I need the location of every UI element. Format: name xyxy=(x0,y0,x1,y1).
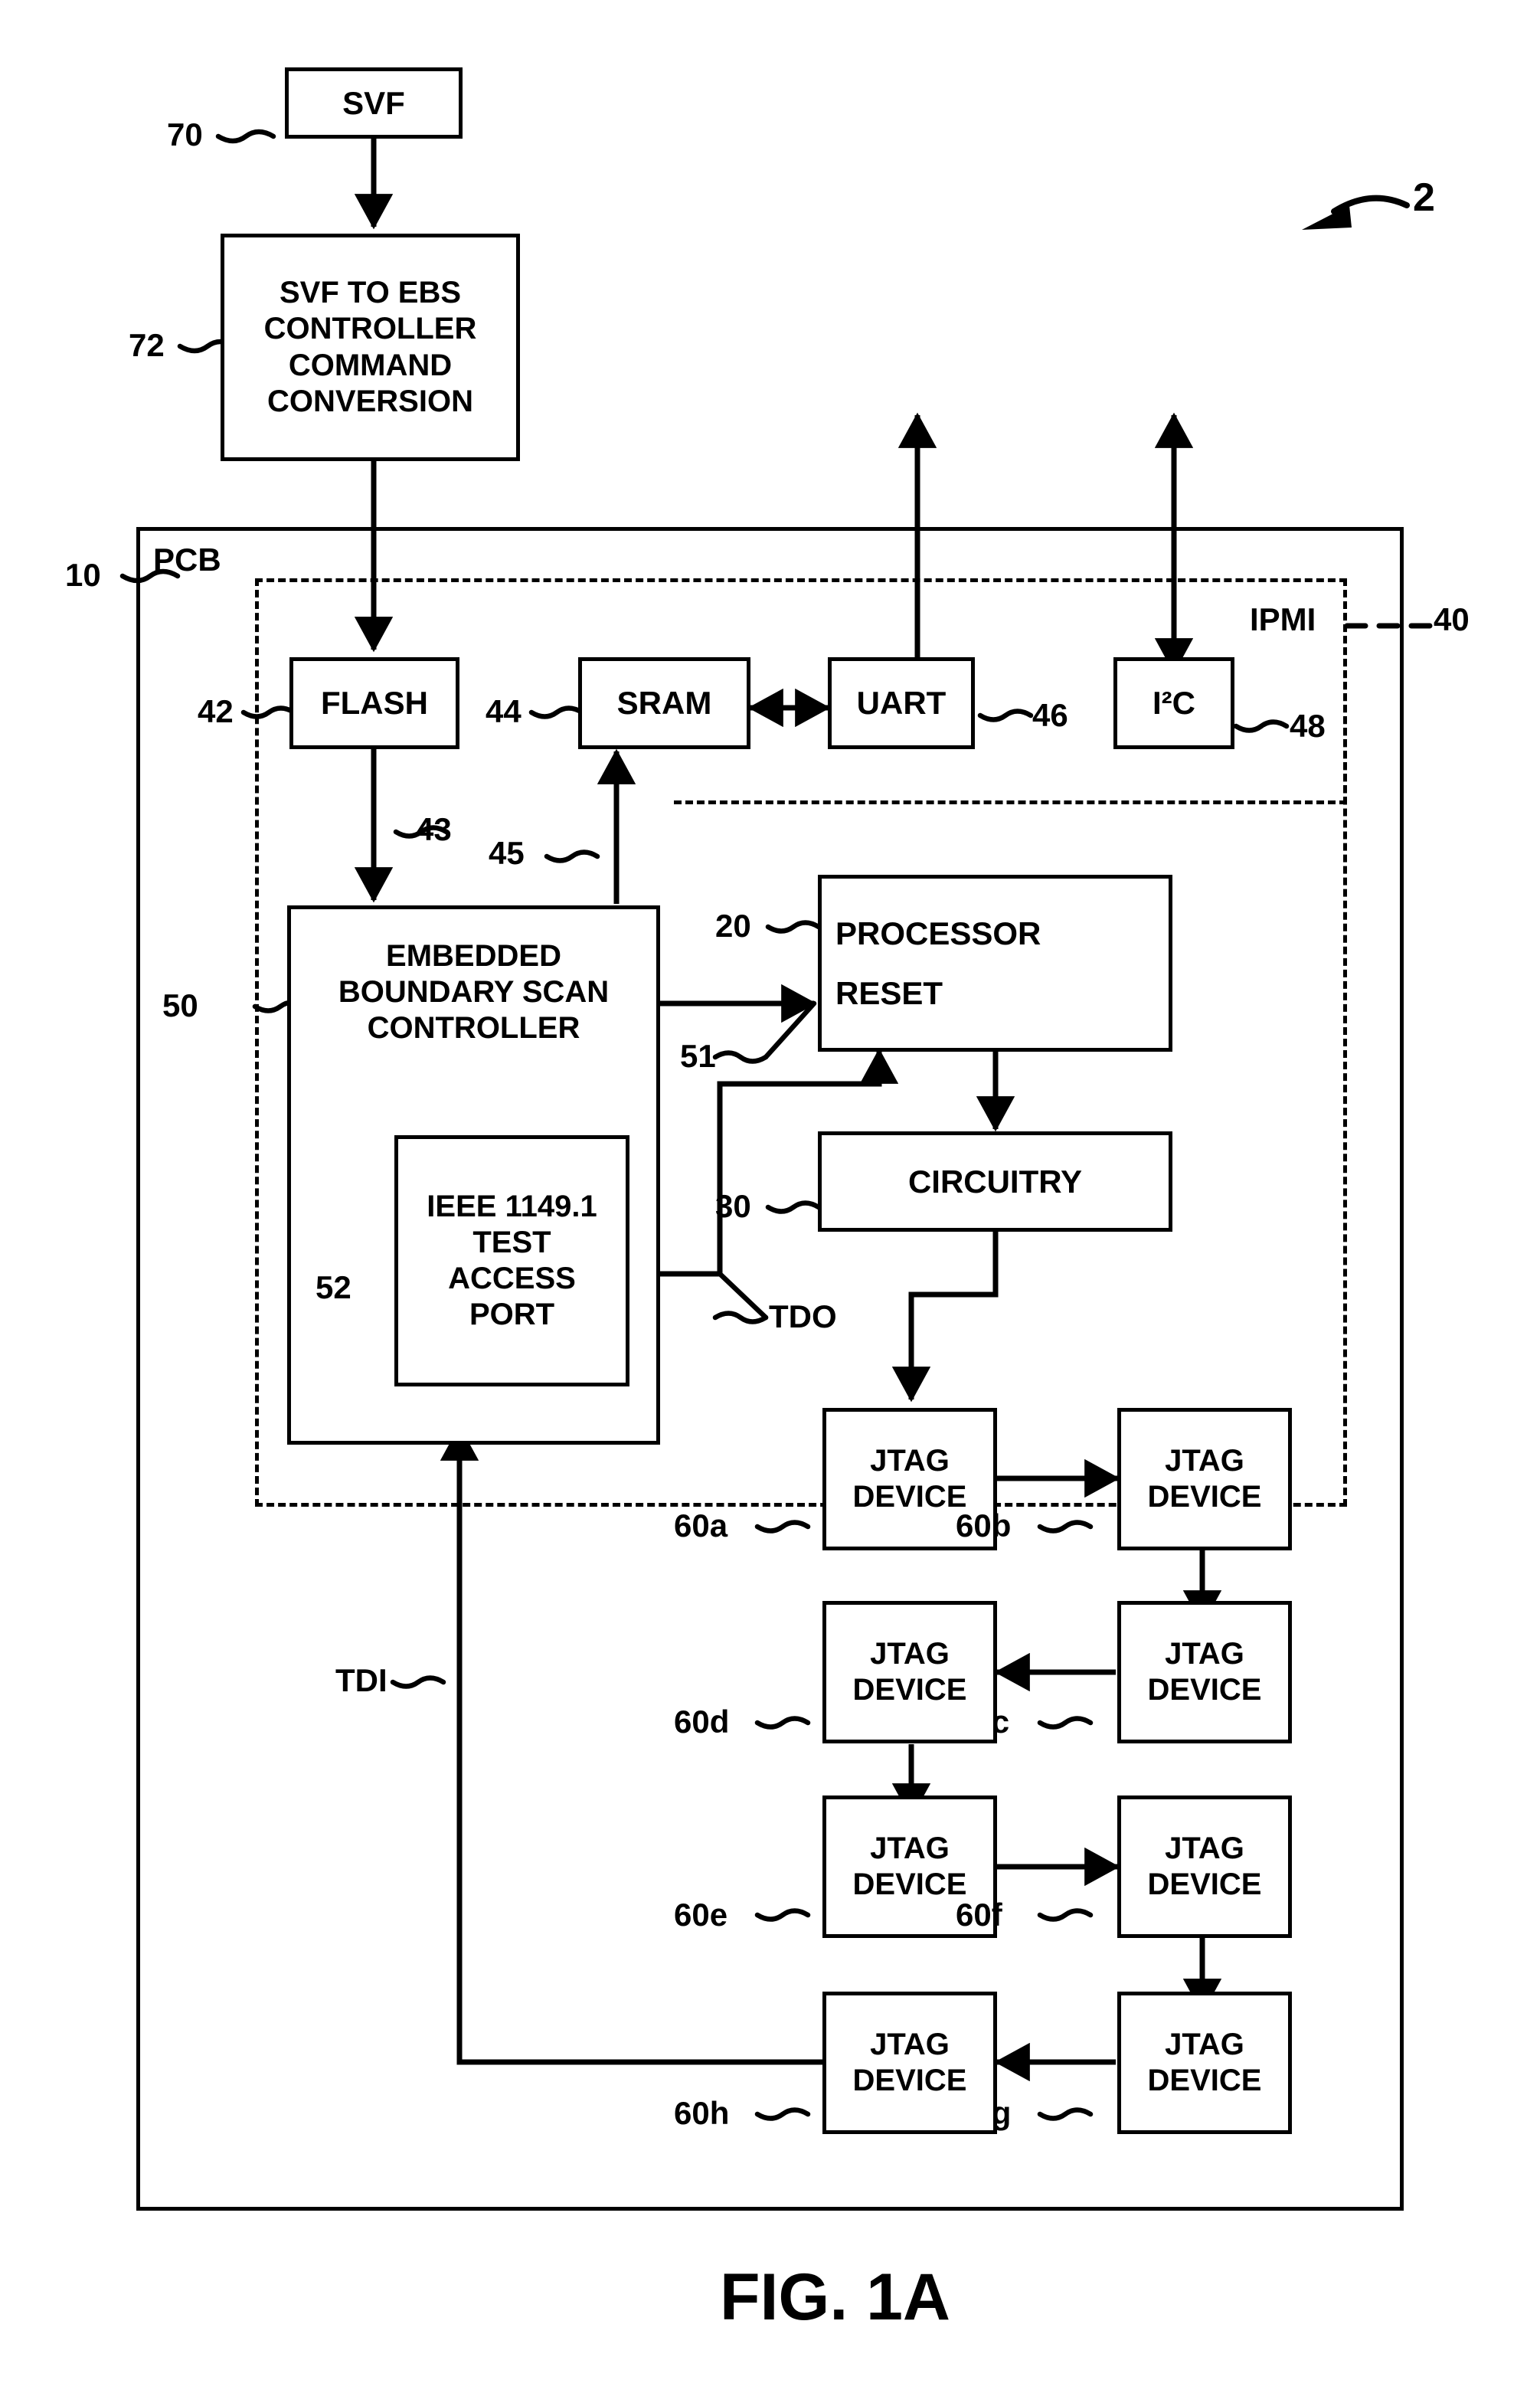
jtag-60d-line-1: DEVICE xyxy=(852,1673,967,1707)
tap-line-1: TEST xyxy=(472,1225,551,1259)
patent-figure-page: PCB 10 IPMI 40 SVF 70 SVF TO EBS CONTROL… xyxy=(0,0,1540,2406)
tap-ref: 52 xyxy=(316,1269,351,1305)
jtag-60a-ref: 60a xyxy=(674,1507,728,1543)
jtag-60b-ref: 60b xyxy=(956,1507,1012,1543)
flash-box[interactable]: FLASH xyxy=(289,657,459,749)
processor-reset-line-0: PROCESSOR xyxy=(835,915,1041,951)
tdo-label: TDO xyxy=(769,1298,837,1334)
jtag-60h-ref: 60h xyxy=(674,2095,730,2131)
tap-line-2: ACCESS xyxy=(448,1262,576,1295)
processor-reset-line-1: RESET xyxy=(835,974,943,1011)
ebs-controller-ref: 50 xyxy=(162,987,198,1023)
pcb-label: PCB xyxy=(153,542,221,578)
flash-ref: 42 xyxy=(198,693,234,729)
jtag-device-60b[interactable]: JTAG DEVICE xyxy=(1117,1408,1292,1550)
svf-conversion-line-2: COMMAND xyxy=(288,348,453,382)
i2c-box[interactable]: I²C xyxy=(1113,657,1234,749)
jtag-60f-line-0: JTAG xyxy=(1165,1831,1244,1865)
processor-reset-ref: 20 xyxy=(715,908,751,944)
jtag-60c-line-1: DEVICE xyxy=(1147,1673,1262,1707)
pcb-ref: 10 xyxy=(65,557,101,593)
uart-ref: 46 xyxy=(1032,697,1068,733)
ipmi-ref: 40 xyxy=(1434,601,1470,637)
jtag-60b-line-1: DEVICE xyxy=(1147,1480,1262,1514)
jtag-60d-ref: 60d xyxy=(674,1704,730,1740)
sram-box[interactable]: SRAM xyxy=(578,657,750,749)
signal-43-ref: 43 xyxy=(416,811,452,847)
jtag-device-60f[interactable]: JTAG DEVICE xyxy=(1117,1795,1292,1938)
tap-line-0: IEEE 1149.1 xyxy=(427,1189,597,1223)
jtag-60e-ref: 60e xyxy=(674,1897,728,1933)
circuitry-box[interactable]: CIRCUITRY xyxy=(818,1131,1172,1232)
signal-45-ref: 45 xyxy=(489,835,525,871)
system-arrowhead xyxy=(1302,205,1352,230)
ebs-controller-line-1: BOUNDARY SCAN xyxy=(338,975,610,1010)
ebs-controller-line-0: EMBEDDED xyxy=(386,939,561,973)
ipmi-label: IPMI xyxy=(1250,601,1316,637)
system-ref: 2 xyxy=(1413,175,1435,220)
jtag-60c-line-0: JTAG xyxy=(1165,1636,1244,1671)
tap-box[interactable]: IEEE 1149.1 TEST ACCESS PORT xyxy=(394,1135,629,1386)
jtag-60f-ref: 60f xyxy=(956,1897,1002,1933)
processor-reset-box[interactable]: PROCESSOR RESET xyxy=(818,875,1172,1052)
circuitry-ref: 30 xyxy=(715,1188,751,1224)
jtag-60f-line-1: DEVICE xyxy=(1147,1868,1262,1901)
flash-box-line-0: FLASH xyxy=(321,685,428,722)
jtag-60e-line-1: DEVICE xyxy=(852,1868,967,1901)
ebs-controller-line-2: CONTROLLER xyxy=(367,1011,580,1046)
tap-line-3: PORT xyxy=(469,1298,555,1332)
sram-box-line-0: SRAM xyxy=(616,685,712,722)
jtag-device-60h[interactable]: JTAG DEVICE xyxy=(822,1992,997,2134)
uart-box-line-0: UART xyxy=(856,685,947,722)
uart-box[interactable]: UART xyxy=(828,657,975,749)
jtag-60h-line-0: JTAG xyxy=(870,2027,950,2061)
figure-caption: FIG. 1A xyxy=(720,2260,951,2334)
jtag-60h-line-1: DEVICE xyxy=(852,2064,967,2097)
jtag-60a-line-1: DEVICE xyxy=(852,1480,967,1514)
jtag-60d-line-0: JTAG xyxy=(870,1636,950,1671)
i2c-ref: 48 xyxy=(1290,708,1326,744)
svf-conversion-line-3: CONVERSION xyxy=(267,384,473,418)
svf-conversion-box[interactable]: SVF TO EBS CONTROLLER COMMAND CONVERSION xyxy=(221,234,520,461)
jtag-60g-line-0: JTAG xyxy=(1165,2027,1244,2061)
svf-ref: 70 xyxy=(167,116,203,152)
svf-conversion-line-0: SVF TO EBS xyxy=(279,276,462,310)
svf-box[interactable]: SVF xyxy=(285,67,463,139)
jtag-60b-line-0: JTAG xyxy=(1165,1443,1244,1478)
jtag-device-60d[interactable]: JTAG DEVICE xyxy=(822,1601,997,1743)
tdi-label: TDI xyxy=(335,1662,387,1698)
ipmi-upper-boundary xyxy=(674,578,1347,804)
signal-51-ref: 51 xyxy=(680,1038,716,1074)
svf-conversion-ref: 72 xyxy=(129,327,165,363)
jtag-device-60g[interactable]: JTAG DEVICE xyxy=(1117,1992,1292,2134)
svf-conversion-line-1: CONTROLLER xyxy=(263,312,477,346)
i2c-box-line-0: I²C xyxy=(1153,685,1195,722)
jtag-device-60c[interactable]: JTAG DEVICE xyxy=(1117,1601,1292,1743)
jtag-60g-line-1: DEVICE xyxy=(1147,2064,1262,2097)
svf-box-line-0: SVF xyxy=(342,84,405,121)
sram-ref: 44 xyxy=(486,693,522,729)
jtag-60e-line-0: JTAG xyxy=(870,1831,950,1865)
circuitry-line-0: CIRCUITRY xyxy=(907,1163,1083,1200)
jtag-60a-line-0: JTAG xyxy=(870,1443,950,1478)
